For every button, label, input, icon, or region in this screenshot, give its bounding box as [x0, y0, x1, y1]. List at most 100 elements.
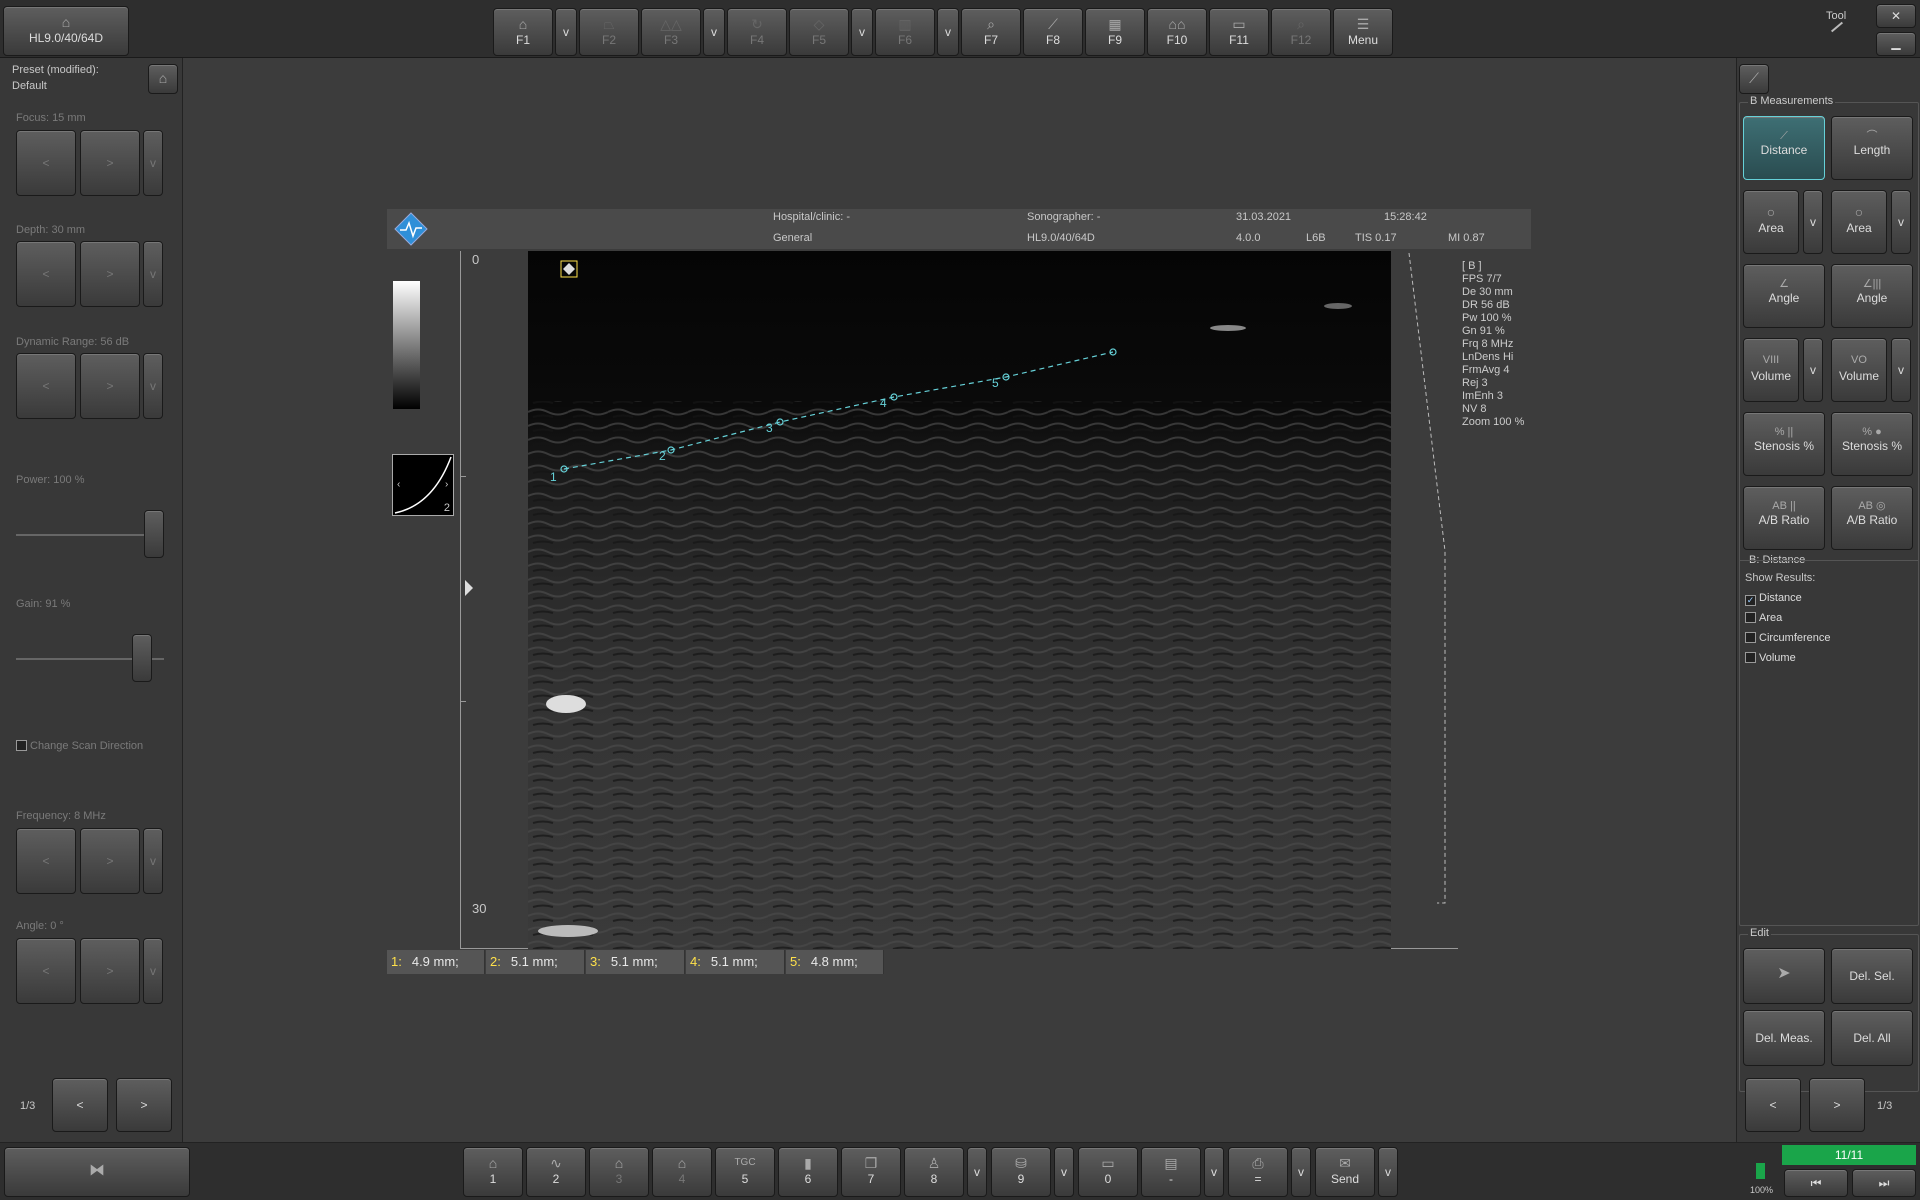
delete-all-button[interactable]: Del. All	[1831, 1010, 1913, 1066]
volume-distance-button[interactable]: VIII Volume	[1743, 338, 1799, 402]
measurement-point-label: 2	[659, 449, 666, 463]
bottom-2-button[interactable]: ∿ 2	[526, 1147, 586, 1197]
volume-distance-dropdown[interactable]: v	[1803, 338, 1823, 402]
focus-up-button[interactable]: >	[80, 130, 140, 196]
bottom-8-button[interactable]: ♙ 8	[904, 1147, 964, 1197]
toolbar-f1-button[interactable]: ⌂ F1	[493, 8, 553, 56]
show-volume-checkbox[interactable]: Volume	[1745, 652, 1796, 664]
image-parameter: FrmAvg 4	[1462, 364, 1510, 376]
ab-ratio-distance-button[interactable]: AB || A/B Ratio	[1743, 486, 1825, 550]
volume-ellipse-button[interactable]: VO Volume	[1831, 338, 1887, 402]
bottom-dropdown[interactable]: v	[1054, 1147, 1074, 1197]
angle-up-button[interactable]: >	[80, 938, 140, 1004]
toolbar-f6-button[interactable]: ▥ F6	[875, 8, 935, 56]
length-button[interactable]: ⌒ Length	[1831, 116, 1913, 180]
gain-slider-thumb[interactable]	[132, 634, 153, 682]
bottom-3-button[interactable]: ⌂ 3	[589, 1147, 649, 1197]
bottom-dropdown[interactable]: v	[967, 1147, 987, 1197]
toolbar-f6-dropdown[interactable]: v	[937, 8, 959, 56]
left-prev-page-button[interactable]: <	[52, 1078, 108, 1132]
toolbar-f3-dropdown[interactable]: v	[703, 8, 725, 56]
measure-tool-button[interactable]: ⟋	[1739, 64, 1769, 94]
bottom-0-button[interactable]: ▭ 0	[1078, 1147, 1138, 1197]
change-scan-direction-checkbox[interactable]: Change Scan Direction	[16, 740, 143, 752]
focus-down-button[interactable]: <	[16, 130, 76, 196]
distance-button[interactable]: ⟋ Distance	[1743, 116, 1825, 180]
bottom-dropdown[interactable]: v	[1204, 1147, 1224, 1197]
bottom-6-button[interactable]: ▮ 6	[778, 1147, 838, 1197]
depth-scale-top: 0	[472, 252, 480, 267]
bottom-1-button[interactable]: ⌂ 1	[463, 1147, 523, 1197]
toolbar-f11-button[interactable]: ▭ F11	[1209, 8, 1269, 56]
left-next-page-button[interactable]: >	[116, 1078, 172, 1132]
stenosis-lines-icon: % ||	[1774, 426, 1794, 438]
angle-dropdown[interactable]: v	[143, 938, 163, 1004]
close-button[interactable]: ✕	[1876, 4, 1916, 28]
toolbar-f2-button[interactable]: ⏢ F2	[579, 8, 639, 56]
dynamic-range-down-button[interactable]: <	[16, 353, 76, 419]
freeze-button[interactable]: ⧓	[4, 1147, 190, 1197]
bottom-9-button[interactable]: ⛁ 9	[991, 1147, 1051, 1197]
stenosis-area-button[interactable]: % ● Stenosis %	[1831, 412, 1913, 476]
bottom-5-button[interactable]: TGC 5	[715, 1147, 775, 1197]
grayscale-icon: ▮	[804, 1155, 812, 1171]
probe-button[interactable]: ⌂ HL9.0/40/64D	[3, 6, 129, 56]
depth-dropdown[interactable]: v	[143, 241, 163, 307]
area-ellipse-button[interactable]: ○ Area	[1743, 190, 1799, 254]
last-frame-button[interactable]: ⏭	[1852, 1169, 1916, 1197]
toolbar-f7-button[interactable]: ⌕ F7	[961, 8, 1021, 56]
focus-dropdown[interactable]: v	[143, 130, 163, 196]
ab-ratio-area-button[interactable]: AB ◎ A/B Ratio	[1831, 486, 1913, 550]
angle-4point-button[interactable]: ∠||| Angle	[1831, 264, 1913, 328]
show-circumference-checkbox[interactable]: Circumference	[1745, 632, 1831, 644]
toolbar-f3-button[interactable]: △△ F3	[641, 8, 701, 56]
frequency-dropdown[interactable]: v	[143, 828, 163, 894]
dynamic-range-dropdown[interactable]: v	[143, 353, 163, 419]
toolbar-f4-button[interactable]: ↻ F4	[727, 8, 787, 56]
frequency-up-button[interactable]: >	[80, 828, 140, 894]
frequency-down-button[interactable]: <	[16, 828, 76, 894]
focus-marker-icon[interactable]	[465, 580, 473, 596]
toolbar-f12-button[interactable]: ⌕ F12	[1271, 8, 1331, 56]
bottom-dropdown[interactable]: v	[1378, 1147, 1398, 1197]
delete-measurement-button[interactable]: Del. Meas.	[1743, 1010, 1825, 1066]
bottom-equals-button[interactable]: ⎙ =	[1228, 1147, 1288, 1197]
minimize-button[interactable]: ▁	[1876, 32, 1916, 56]
depth-down-button[interactable]: <	[16, 241, 76, 307]
right-prev-page-button[interactable]: <	[1745, 1078, 1801, 1132]
area-trace-dropdown[interactable]: v	[1891, 190, 1911, 254]
bottom-send-button[interactable]: ✉ Send	[1315, 1147, 1375, 1197]
volume-ellipse-dropdown[interactable]: v	[1891, 338, 1911, 402]
area-trace-button[interactable]: ○ Area	[1831, 190, 1887, 254]
bottom-7-button[interactable]: ❐ 7	[841, 1147, 901, 1197]
right-next-page-button[interactable]: >	[1809, 1078, 1865, 1132]
show-area-checkbox[interactable]: Area	[1745, 612, 1782, 624]
toolbar-f5-dropdown[interactable]: v	[851, 8, 873, 56]
ultrasound-image[interactable]: 1 2 3 4 5	[528, 251, 1391, 949]
bottom-4-button[interactable]: ⌂ 4	[652, 1147, 712, 1197]
toolbar-f8-button[interactable]: ⟋ F8	[1023, 8, 1083, 56]
show-distance-checkbox[interactable]: ✓ Distance	[1745, 592, 1802, 606]
stenosis-distance-button[interactable]: % || Stenosis %	[1743, 412, 1825, 476]
angle-down-button[interactable]: <	[16, 938, 76, 1004]
toolbar-f1-dropdown[interactable]: v	[555, 8, 577, 56]
preset-button[interactable]: ⌂	[148, 64, 178, 94]
power-slider-thumb[interactable]	[144, 510, 164, 558]
toolbar-f5-button[interactable]: ◇ F5	[789, 8, 849, 56]
power-slider-track[interactable]	[16, 510, 164, 558]
measurement-result: 3: 5.1 mm;	[586, 950, 685, 974]
dynamic-range-up-button[interactable]: >	[80, 353, 140, 419]
bottom-dropdown[interactable]: v	[1291, 1147, 1311, 1197]
delete-selected-button[interactable]: Del. Sel.	[1831, 948, 1913, 1004]
area-ellipse-dropdown[interactable]: v	[1803, 190, 1823, 254]
select-button[interactable]: ➤	[1743, 948, 1825, 1004]
toolbar-f9-button[interactable]: ▦ F9	[1085, 8, 1145, 56]
first-frame-button[interactable]: ⏮	[1784, 1169, 1848, 1197]
toolbar-f10-button[interactable]: ⌂⌂ F10	[1147, 8, 1207, 56]
depth-up-button[interactable]: >	[80, 241, 140, 307]
measurement-overlay[interactable]: 1 2 3 4 5	[528, 251, 1391, 949]
gain-slider-track[interactable]	[16, 634, 164, 682]
angle-3point-button[interactable]: ∠ Angle	[1743, 264, 1825, 328]
toolbar-menu-button[interactable]: ☰ Menu	[1333, 8, 1393, 56]
bottom-minus-button[interactable]: ▤ -	[1141, 1147, 1201, 1197]
